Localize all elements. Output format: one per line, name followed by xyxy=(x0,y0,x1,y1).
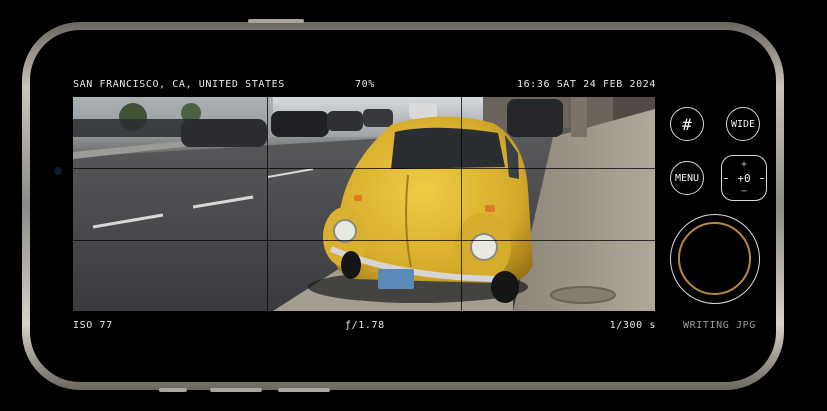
zoom-percent: 70% xyxy=(355,79,375,90)
front-camera xyxy=(54,167,62,175)
ev-plus-icon[interactable]: + xyxy=(722,159,766,170)
menu-label: MENU xyxy=(674,172,700,184)
action-button xyxy=(159,388,187,392)
grid-line-horizontal xyxy=(73,240,655,241)
aperture-readout: ƒ/1.78 xyxy=(345,320,385,331)
datetime-label: 16:36 SAT 24 FEB 2024 xyxy=(516,79,656,90)
exposure-compensation-control[interactable]: + +0 − xyxy=(721,155,767,201)
shutter-speed-readout: 1/300 s xyxy=(609,320,656,331)
grid-line-vertical xyxy=(461,97,462,311)
lens-wide-button[interactable]: WIDE xyxy=(726,107,760,141)
grid-icon: # xyxy=(682,114,692,134)
camera-viewfinder[interactable] xyxy=(73,97,655,311)
shutter-button[interactable] xyxy=(670,214,760,304)
ev-minus-icon[interactable]: − xyxy=(722,186,766,197)
grid-toggle-button[interactable]: # xyxy=(670,107,704,141)
ev-value: +0 xyxy=(737,172,751,185)
write-status: WRITING JPG xyxy=(683,320,756,331)
location-label: SAN FRANCISCO, CA, UNITED STATES xyxy=(73,79,285,90)
volume-down-button xyxy=(278,388,330,392)
iso-readout: ISO 77 xyxy=(73,320,113,331)
volume-up-button xyxy=(210,388,262,392)
lens-label: WIDE xyxy=(730,118,756,130)
power-button xyxy=(248,19,304,23)
menu-button[interactable]: MENU xyxy=(670,161,704,195)
grid-line-horizontal xyxy=(73,168,655,169)
scene-image xyxy=(73,97,655,311)
shutter-ring-icon xyxy=(678,222,751,295)
grid-line-vertical xyxy=(267,97,268,311)
